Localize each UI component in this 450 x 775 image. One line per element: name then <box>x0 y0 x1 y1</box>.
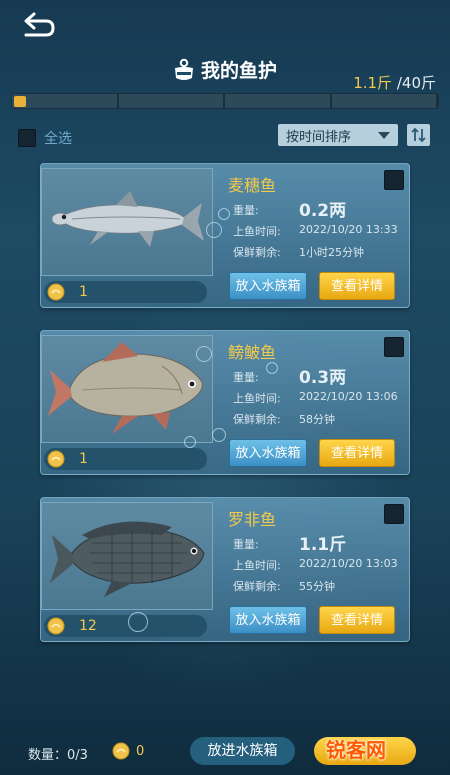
fish-count-value: 12 <box>79 618 97 634</box>
fish-card: 1 鳑鲏鱼 重量: 0.3两 上鱼时间: 2022/10/20 13:06 保鲜… <box>40 330 410 475</box>
fresh-remaining-value: 1小时25分钟 <box>299 246 364 259</box>
fish-weight-row: 重量: 0.3两 <box>233 368 346 388</box>
fish-count: 1 <box>44 448 207 470</box>
select-all-checkbox[interactable] <box>18 129 36 147</box>
view-detail-button[interactable]: 查看详情 <box>319 606 395 634</box>
put-in-aquarium-button[interactable]: 放入水族箱 <box>229 606 307 634</box>
capacity-progress-bar <box>11 93 439 109</box>
back-icon <box>24 12 55 37</box>
bait-bag-icon <box>174 58 193 80</box>
coin-icon <box>47 283 65 301</box>
caught-time-value: 2022/10/20 13:06 <box>299 390 398 403</box>
fish-thumbnail <box>41 335 213 443</box>
bubble-decoration <box>212 428 226 442</box>
capacity-progress-fill <box>14 96 26 107</box>
fish-time-row: 上鱼时间: 2022/10/20 13:06 <box>233 390 398 406</box>
coin-icon <box>47 617 65 635</box>
view-detail-button[interactable]: 查看详情 <box>319 272 395 300</box>
watermark: 锐客网 <box>326 738 386 762</box>
select-all[interactable]: 全选 <box>18 128 72 148</box>
put-in-aquarium-button[interactable]: 放入水族箱 <box>229 439 307 467</box>
fish-count-value: 1 <box>79 451 88 467</box>
caught-time-label: 上鱼时间: <box>233 559 281 572</box>
bubble-decoration <box>128 612 148 632</box>
fish-time-row: 上鱼时间: 2022/10/20 13:03 <box>233 557 398 573</box>
capacity-max: /40斤 <box>396 74 436 92</box>
page-title: 我的鱼护 <box>173 56 277 83</box>
fish-count: 1 <box>44 281 207 303</box>
weight-value: 0.2两 <box>299 201 347 221</box>
capacity-readout: 1.1斤 /40斤 <box>353 72 436 93</box>
fish-card: 12 罗非鱼 重量: 1.1斤 上鱼时间: 2022/10/20 13:03 保… <box>40 497 410 642</box>
coin-count: 0 <box>136 744 145 759</box>
fish-thumbnail <box>41 502 213 610</box>
coin-icon <box>47 450 65 468</box>
fresh-remaining-value: 58分钟 <box>299 413 335 426</box>
sort-toggle-button[interactable] <box>407 124 430 146</box>
fresh-remaining-label: 保鲜剩余: <box>233 246 281 259</box>
fish-fresh-row: 保鲜剩余: 58分钟 <box>233 411 335 427</box>
fish-select-checkbox[interactable] <box>384 504 404 524</box>
bubble-decoration <box>266 362 278 374</box>
fish-name: 鳑鲏鱼 <box>228 343 277 362</box>
fresh-remaining-label: 保鲜剩余: <box>233 413 281 426</box>
fish-time-row: 上鱼时间: 2022/10/20 13:33 <box>233 223 398 239</box>
select-all-label: 全选 <box>44 131 72 147</box>
selected-quantity: 数量：0/3 <box>28 748 88 763</box>
sort-dropdown-label: 按时间排序 <box>286 129 352 145</box>
fish-fresh-row: 保鲜剩余: 1小时25分钟 <box>233 244 364 260</box>
coin-icon <box>112 742 130 760</box>
caught-time-value: 2022/10/20 13:33 <box>299 223 398 236</box>
fish-select-checkbox[interactable] <box>384 337 404 357</box>
fish-name: 麦穗鱼 <box>228 176 277 195</box>
view-detail-button[interactable]: 查看详情 <box>319 439 395 467</box>
fish-count: 12 <box>44 615 207 637</box>
fish-select-checkbox[interactable] <box>384 170 404 190</box>
bubble-decoration <box>218 208 230 220</box>
fish-weight-row: 重量: 1.1斤 <box>233 535 346 555</box>
fish-card: 1 麦穗鱼 重量: 0.2两 上鱼时间: 2022/10/20 13:33 保鲜… <box>40 163 410 308</box>
weight-label: 重量: <box>233 538 259 551</box>
back-button[interactable] <box>20 10 60 42</box>
fresh-remaining-label: 保鲜剩余: <box>233 580 281 593</box>
bubble-decoration <box>184 436 196 448</box>
page-title-text: 我的鱼护 <box>200 60 277 82</box>
fish-count-value: 1 <box>79 284 88 300</box>
weight-label: 重量: <box>233 371 259 384</box>
bubble-decoration <box>196 346 212 362</box>
sort-toggle-icon <box>411 127 426 143</box>
weight-label: 重量: <box>233 204 259 217</box>
weight-value: 1.1斤 <box>299 535 347 555</box>
fresh-remaining-value: 55分钟 <box>299 580 335 593</box>
sort-dropdown[interactable]: 按时间排序 <box>278 124 398 146</box>
caught-time-value: 2022/10/20 13:03 <box>299 557 398 570</box>
fish-fresh-row: 保鲜剩余: 55分钟 <box>233 578 335 594</box>
put-into-aquarium-button[interactable]: 放进水族箱 <box>190 737 295 765</box>
weight-value: 0.3两 <box>299 368 347 388</box>
caught-time-label: 上鱼时间: <box>233 392 281 405</box>
capacity-current: 1.1斤 <box>353 74 393 92</box>
fish-name: 罗非鱼 <box>228 510 277 529</box>
caught-time-label: 上鱼时间: <box>233 225 281 238</box>
fish-weight-row: 重量: 0.2两 <box>233 201 346 221</box>
chevron-down-icon <box>378 132 390 139</box>
bubble-decoration <box>206 222 222 238</box>
fish-thumbnail <box>41 168 213 276</box>
put-in-aquarium-button[interactable]: 放入水族箱 <box>229 272 307 300</box>
